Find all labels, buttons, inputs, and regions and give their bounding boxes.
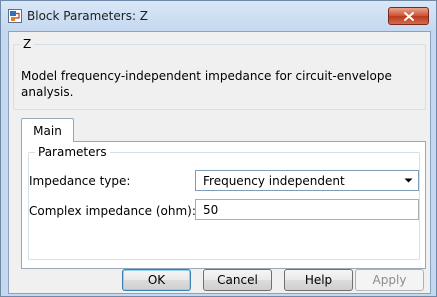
dialog-window: Block Parameters: Z Z Model frequency-in… [0,0,437,297]
ok-button-label: OK [147,273,166,287]
cancel-button-label: Cancel [217,273,258,287]
apply-button-label: Apply [372,273,407,287]
parameters-legend: Parameters [35,145,110,159]
close-icon [403,11,414,21]
apply-button[interactable]: Apply [355,269,424,291]
tab-main[interactable]: Main [21,118,74,142]
chevron-down-icon [404,178,413,183]
ok-button[interactable]: OK [122,269,191,291]
title-bar[interactable]: Block Parameters: Z [1,1,436,31]
cancel-button[interactable]: Cancel [203,269,272,291]
close-button[interactable] [388,7,429,25]
dialog-body: Z Model frequency-independent impedance … [8,31,431,294]
simulink-block-icon [8,9,22,23]
complex-impedance-input[interactable] [195,199,419,220]
block-description: Model frequency-independent impedance fo… [21,69,392,99]
impedance-type-select[interactable]: Frequency independent [195,170,419,191]
window-title: Block Parameters: Z [27,9,149,23]
block-name-legend: Z [20,37,35,51]
help-button-label: Help [304,273,333,287]
tab-main-label: Main [33,123,62,138]
impedance-type-label: Impedance type: [29,174,131,188]
complex-impedance-label: Complex impedance (ohm): [29,204,196,218]
help-button[interactable]: Help [284,269,353,291]
impedance-type-value: Frequency independent [203,174,345,188]
